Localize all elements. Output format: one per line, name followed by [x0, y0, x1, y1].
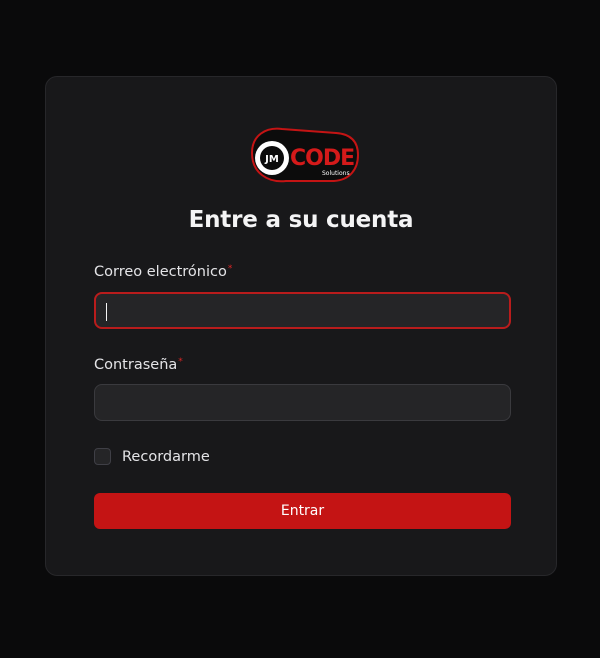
svg-text:JM: JM	[264, 154, 279, 165]
svg-text:CODE: CODE	[290, 146, 354, 171]
password-field[interactable]	[94, 384, 511, 421]
email-field[interactable]	[94, 292, 511, 329]
email-label: Correo electrónico*	[94, 264, 232, 280]
email-label-text: Correo electrónico	[94, 264, 227, 280]
brand-logo: JM CODE Solutions	[250, 127, 360, 183]
remember-label: Recordarme	[122, 448, 210, 465]
email-required-mark: *	[227, 264, 233, 274]
password-label: Contraseña*	[94, 357, 183, 373]
remember-me[interactable]: Recordarme	[94, 448, 210, 465]
remember-checkbox[interactable]	[94, 448, 111, 465]
svg-text:Solutions: Solutions	[322, 170, 350, 177]
submit-button[interactable]: Entrar	[94, 493, 511, 529]
text-caret	[106, 303, 107, 321]
password-required-mark: *	[178, 357, 183, 367]
page-title: Entre a su cuenta	[188, 207, 414, 233]
password-label-text: Contraseña	[94, 357, 178, 373]
login-card: JM CODE Solutions Entre a su cuenta Corr…	[45, 76, 557, 576]
